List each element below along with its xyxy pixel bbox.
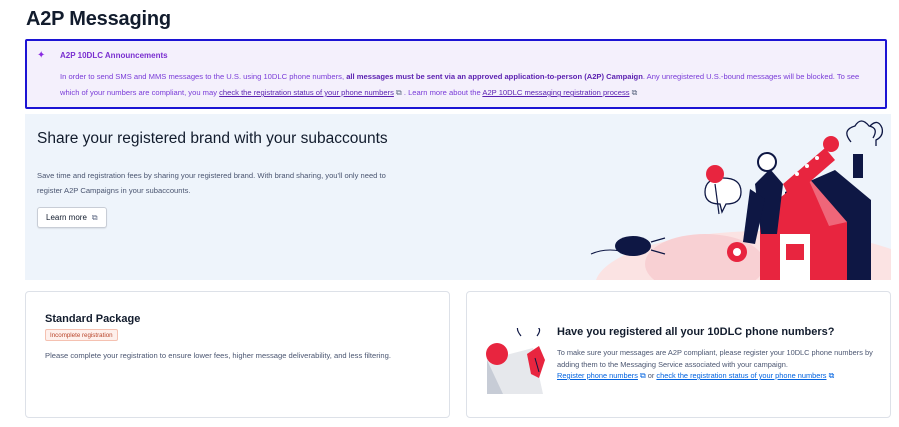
announcement-text-1: In order to send SMS and MMS messages to… <box>60 72 347 81</box>
phone-registration-illustration <box>486 328 545 394</box>
standard-package-title: Standard Package <box>45 313 141 325</box>
announcement-bold-text: all messages must be sent via an approve… <box>346 72 643 81</box>
register-numbers-card: Have you registered all your 10DLC phone… <box>466 291 891 418</box>
register-numbers-or: or <box>645 371 657 380</box>
standard-package-card: Standard Package Incomplete registration… <box>25 291 450 418</box>
check-registration-status-link[interactable]: check the registration status of your ph… <box>656 371 826 380</box>
announcement-banner: ✦ A2P 10DLC Announcements In order to se… <box>25 39 887 109</box>
external-link-icon: ⧉ <box>828 371 835 380</box>
register-numbers-description: To make sure your messages are A2P compl… <box>557 347 882 382</box>
register-phone-numbers-link[interactable]: Register phone numbers <box>557 371 638 380</box>
announcement-title: A2P 10DLC Announcements <box>60 51 168 60</box>
status-badge: Incomplete registration <box>45 329 118 341</box>
learn-more-button[interactable]: Learn more ⧉ <box>37 207 107 228</box>
brand-sharing-hero: Share your registered brand with your su… <box>25 114 891 280</box>
announcement-body: In order to send SMS and MMS messages to… <box>60 69 880 101</box>
hero-description: Save time and registration fees by shari… <box>37 171 386 195</box>
announcement-text-3: . Learn more about the <box>401 88 483 97</box>
brand-sharing-illustration <box>590 120 891 280</box>
hero-title: Share your registered brand with your su… <box>37 130 388 147</box>
register-numbers-text: To make sure your messages are A2P compl… <box>557 348 873 369</box>
external-link-icon: ⧉ <box>631 88 638 97</box>
registration-status-link[interactable]: check the registration status of your ph… <box>219 88 394 97</box>
register-numbers-title: Have you registered all your 10DLC phone… <box>557 326 835 338</box>
external-link-icon: ⧉ <box>91 212 98 222</box>
learn-more-label: Learn more <box>46 213 87 222</box>
page-title: A2P Messaging <box>26 8 171 30</box>
standard-package-description: Please complete your registration to ens… <box>45 351 391 360</box>
sparkle-icon: ✦ <box>37 50 46 61</box>
registration-process-link[interactable]: A2P 10DLC messaging registration process <box>482 88 629 97</box>
